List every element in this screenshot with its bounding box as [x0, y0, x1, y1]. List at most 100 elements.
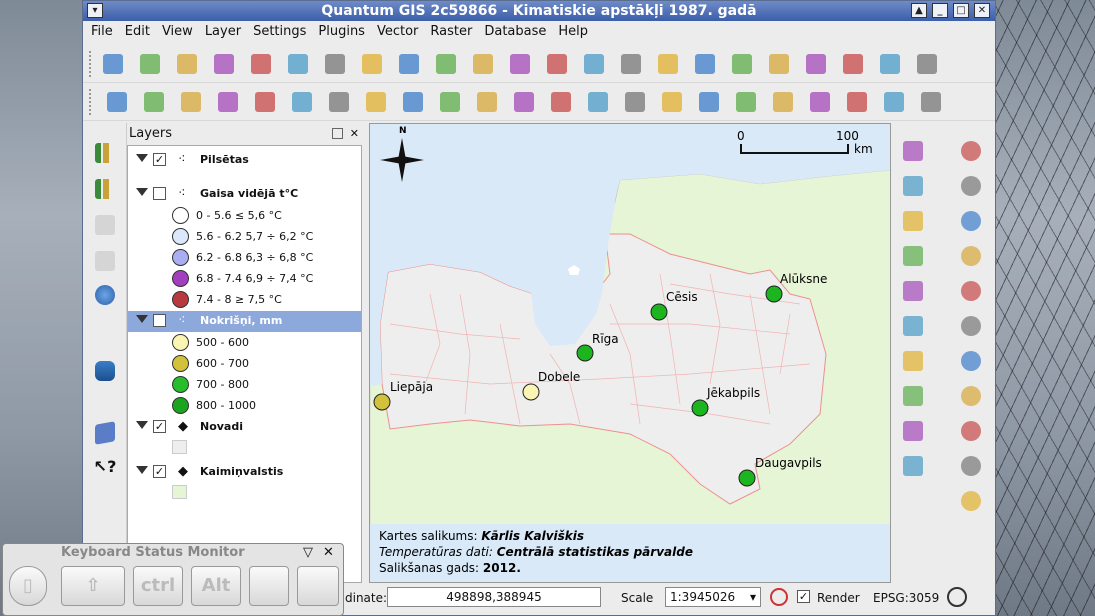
layer-visibility-checkbox[interactable]: ✓ [153, 153, 166, 166]
cut-icon[interactable] [364, 90, 388, 114]
save-as-icon[interactable] [212, 52, 236, 76]
offset-curve-icon[interactable] [771, 90, 795, 114]
menu-file[interactable]: File [83, 21, 119, 43]
toolbar-grip[interactable] [89, 89, 93, 115]
city-marker-liepaja[interactable] [373, 393, 391, 411]
menu-settings[interactable]: Settings [247, 21, 312, 43]
add-spatialite-icon[interactable] [434, 52, 458, 76]
redo-icon[interactable] [512, 90, 536, 114]
crs-globe-icon[interactable] [947, 587, 967, 607]
add-delimited-text-icon[interactable] [693, 52, 717, 76]
layer-visibility-checkbox[interactable]: ✓ [153, 314, 166, 327]
add-feature-icon[interactable] [216, 90, 240, 114]
plugin-icon-5[interactable] [915, 52, 939, 76]
crs-label[interactable]: EPSG:3059 [873, 591, 939, 605]
expand-arrow-icon[interactable] [136, 154, 148, 162]
pencil-icon[interactable] [142, 90, 166, 114]
pan-icon[interactable] [959, 139, 983, 163]
add-mssql-icon[interactable] [471, 52, 495, 76]
help-icon[interactable] [959, 489, 983, 513]
expand-arrow-icon[interactable] [136, 315, 148, 323]
delete-part-icon[interactable] [697, 90, 721, 114]
save-project-icon[interactable] [175, 52, 199, 76]
menu-edit[interactable]: Edit [119, 21, 156, 43]
coordinate-field[interactable]: 498898,388945 [387, 587, 601, 607]
city-marker-riga[interactable] [576, 344, 594, 362]
ksm-shade-icon[interactable]: ▽ [303, 545, 313, 560]
city-marker-cesis[interactable] [650, 303, 668, 321]
window-menu-button[interactable]: ▾ [87, 3, 103, 18]
settings-icon[interactable] [901, 174, 925, 198]
merge-attributes-icon[interactable] [882, 90, 906, 114]
close-panel-button[interactable]: ✕ [350, 127, 359, 140]
plugin-icon-3[interactable] [841, 52, 865, 76]
expand-arrow-icon[interactable] [136, 466, 148, 474]
expand-arrow-icon[interactable] [136, 421, 148, 429]
map-tips-icon[interactable] [901, 349, 925, 373]
plugin-icon-2[interactable] [804, 52, 828, 76]
deselect-icon[interactable] [901, 244, 925, 268]
delete-icon[interactable] [327, 90, 351, 114]
zoom-full-icon[interactable] [959, 314, 983, 338]
remove-layer-icon[interactable] [656, 52, 680, 76]
stretch-icon[interactable] [93, 177, 117, 201]
add-postgis-icon[interactable] [397, 52, 421, 76]
add-wfs-icon[interactable] [582, 52, 606, 76]
menu-plugins[interactable]: Plugins [312, 21, 371, 43]
zoom-disabled-icon[interactable] [959, 279, 983, 303]
spellcheck-icon[interactable] [730, 52, 754, 76]
stop-render-icon[interactable] [770, 588, 788, 606]
add-part-icon[interactable] [623, 90, 647, 114]
zoom-to-layer-icon[interactable] [959, 384, 983, 408]
new-bookmark-icon[interactable] [901, 384, 925, 408]
histogram-icon[interactable] [93, 141, 117, 165]
layer-row[interactable]: ✓ ◆ Novadi [128, 417, 361, 438]
menu-view[interactable]: View [156, 21, 199, 43]
map-canvas[interactable]: N 0 100 km Alūksne Cēsis Rīga Liepāja Do… [369, 123, 891, 583]
plugin-icon-4[interactable] [878, 52, 902, 76]
zoom-next-icon[interactable] [959, 454, 983, 478]
layer-visibility-checkbox[interactable]: ✓ [153, 465, 166, 478]
simplify-icon[interactable] [549, 90, 573, 114]
show-bookmarks-icon[interactable] [901, 419, 925, 443]
text-annotation-icon[interactable] [901, 454, 925, 478]
scale-combo[interactable]: 1:3945026 ▾ [665, 587, 761, 607]
rotate-icon[interactable] [919, 90, 943, 114]
city-marker-daugavpils[interactable] [738, 469, 756, 487]
zoom-last-icon[interactable] [959, 419, 983, 443]
city-marker-jekabpils[interactable] [691, 399, 709, 417]
add-wcs-icon[interactable] [545, 52, 569, 76]
merge-icon[interactable] [845, 90, 869, 114]
zoom-out-icon[interactable] [959, 244, 983, 268]
layer-visibility-checkbox[interactable]: ✓ [153, 420, 166, 433]
maximize-button[interactable]: □ [953, 3, 969, 18]
plugin-icon-1[interactable] [767, 52, 791, 76]
undo-icon[interactable] [475, 90, 499, 114]
toggle-edit-icon[interactable] [105, 90, 129, 114]
ksm-close-icon[interactable]: ✕ [323, 545, 334, 560]
toolbar-grip[interactable] [89, 51, 93, 77]
book-icon[interactable] [93, 421, 117, 445]
city-marker-aluksne[interactable] [765, 285, 783, 303]
print-icon[interactable] [286, 52, 310, 76]
move-feature-icon[interactable] [253, 90, 277, 114]
layer-row[interactable]: ✓ ⁖ Pilsētas [128, 150, 361, 171]
layer-row[interactable]: ⁖ Gaisa vidējā t°C [128, 184, 361, 205]
new-project-icon[interactable] [101, 52, 125, 76]
layer-row[interactable]: ✓ ◆ Kaimiņvalstis [128, 462, 361, 483]
reshape-icon[interactable] [734, 90, 758, 114]
attribute-table-icon[interactable] [901, 279, 925, 303]
new-shapefile-icon[interactable] [619, 52, 643, 76]
add-raster-icon[interactable] [360, 52, 384, 76]
select-icon[interactable] [901, 209, 925, 233]
minimize-button[interactable]: _ [932, 3, 948, 18]
menu-vector[interactable]: Vector [371, 21, 424, 43]
expand-arrow-icon[interactable] [136, 188, 148, 196]
menu-raster[interactable]: Raster [424, 21, 478, 43]
database-icon[interactable] [93, 359, 117, 383]
add-vector-icon[interactable] [323, 52, 347, 76]
shade-button[interactable]: ▲ [911, 3, 927, 18]
menu-layer[interactable]: Layer [199, 21, 247, 43]
add-ring-icon[interactable] [586, 90, 610, 114]
float-panel-button[interactable] [332, 128, 343, 139]
